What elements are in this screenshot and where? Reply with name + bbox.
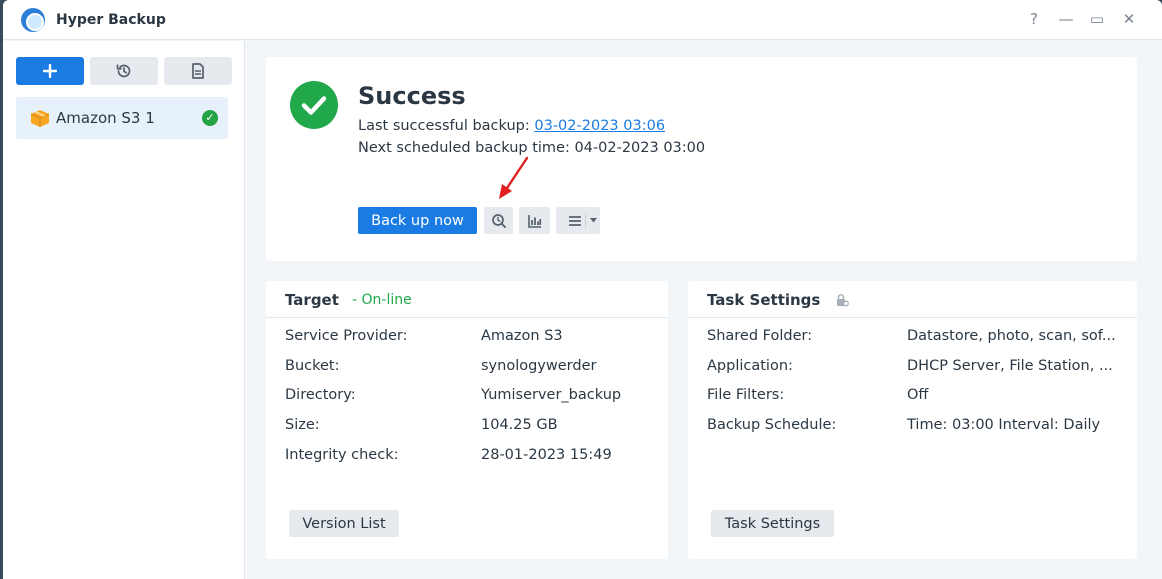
target-title: Target	[285, 291, 339, 309]
success-check-icon: ✓	[202, 110, 218, 126]
target-row-value: 104.25 GB	[481, 417, 558, 433]
magnifier-clock-icon	[491, 213, 506, 228]
integrity-check-button[interactable]	[484, 207, 513, 234]
task-sidebar: Amazon S3 1 ✓	[3, 41, 245, 579]
target-row-label: Size:	[285, 417, 320, 433]
target-row-value: Amazon S3	[481, 328, 563, 344]
task-settings-title: Task Settings	[707, 291, 821, 309]
settings-row-label: Backup Schedule:	[707, 417, 837, 433]
status-panel: Success Last successful backup: 03-02-20…	[266, 57, 1137, 261]
target-status-badge: - On-line	[352, 292, 412, 308]
target-row-label: Directory:	[285, 387, 356, 403]
task-settings-header: Task Settings	[688, 281, 1137, 318]
log-button[interactable]	[164, 57, 232, 85]
settings-row-value: Off	[907, 387, 929, 403]
maximize-icon[interactable]: ▭	[1087, 9, 1107, 29]
target-row-label: Bucket:	[285, 358, 340, 374]
statistics-button[interactable]	[519, 207, 550, 234]
lock-icon	[837, 293, 849, 307]
target-row-value: Yumiserver_backup	[481, 387, 622, 403]
more-actions-dropdown[interactable]	[556, 207, 600, 234]
settings-row-value: DHCP Server, File Station, ...	[907, 358, 1113, 374]
plus-icon	[43, 64, 57, 78]
menu-icon	[569, 215, 581, 226]
last-backup-line: Last successful backup: 03-02-2023 03:06	[358, 118, 665, 134]
task-settings-button[interactable]: Task Settings	[711, 510, 834, 537]
target-row-label: Integrity check:	[285, 447, 399, 463]
task-item-amazon-s3-1[interactable]: Amazon S3 1 ✓	[16, 97, 228, 139]
settings-row-value: Datastore, photo, scan, sof...	[907, 328, 1116, 344]
caret-down-icon	[590, 218, 597, 223]
task-settings-panel: Task Settings Shared Folder: Datastore, …	[688, 281, 1137, 559]
close-icon[interactable]: ✕	[1119, 9, 1139, 29]
last-backup-link[interactable]: 03-02-2023 03:06	[534, 118, 665, 134]
settings-row-label: Shared Folder:	[707, 328, 813, 344]
version-list-button[interactable]: Version List	[289, 510, 399, 537]
target-row-value: 28-01-2023 15:49	[481, 447, 612, 463]
last-backup-label: Last successful backup:	[358, 118, 535, 134]
restore-button[interactable]	[90, 57, 158, 85]
success-status-icon	[290, 81, 338, 129]
package-icon	[30, 110, 50, 127]
task-label: Amazon S3 1	[56, 109, 155, 127]
target-header: Target - On-line	[266, 281, 668, 318]
settings-row-value: Time: 03:00 Interval: Daily	[907, 417, 1101, 433]
add-task-button[interactable]	[16, 57, 84, 85]
target-panel: Target - On-line Service Provider: Amazo…	[266, 281, 668, 559]
title-bar: Hyper Backup ? — ▭ ✕	[3, 0, 1162, 40]
document-icon	[192, 63, 204, 79]
status-title: Success	[358, 82, 466, 110]
bar-chart-icon	[527, 214, 541, 228]
settings-row-label: File Filters:	[707, 387, 785, 403]
window-title: Hyper Backup	[56, 12, 166, 28]
target-row-value: synologywerder	[481, 358, 597, 374]
hyper-backup-window: Hyper Backup ? — ▭ ✕ Amazon S3 1 ✓ Succe…	[3, 0, 1162, 579]
help-icon[interactable]: ?	[1024, 9, 1044, 29]
minimize-icon[interactable]: —	[1056, 9, 1076, 29]
back-up-now-button[interactable]: Back up now	[358, 207, 477, 234]
hyper-backup-app-icon	[21, 8, 45, 32]
next-backup-line: Next scheduled backup time: 04-02-2023 0…	[358, 140, 706, 156]
settings-row-label: Application:	[707, 358, 793, 374]
target-row-label: Service Provider:	[285, 328, 408, 344]
history-icon	[116, 64, 131, 78]
